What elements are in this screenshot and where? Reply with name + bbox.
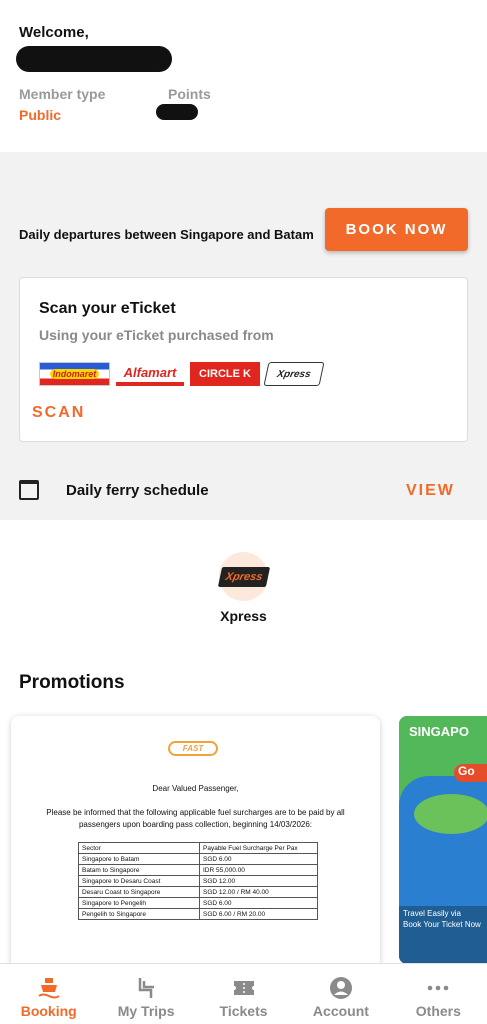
promotions-title: Promotions <box>19 672 125 693</box>
nav-label-account: Account <box>312 1003 369 1019</box>
nav-item-tickets[interactable]: Tickets <box>195 964 292 1024</box>
nav-label-others: Others <box>415 1003 461 1019</box>
nav-label-tickets: Tickets <box>219 1003 268 1019</box>
scan-card-title: Scan your eTicket <box>39 300 176 317</box>
alfamart-logo: Alfamart <box>116 362 184 386</box>
promo-title-singapore: SINGAPO <box>409 724 469 739</box>
scan-card-subtitle: Using your eTicket purchased from <box>39 327 274 343</box>
ferry-icon <box>38 978 60 999</box>
promo-text-line2: Book Your Ticket Now <box>403 920 481 929</box>
operator-name: Xpress <box>220 608 267 624</box>
nav-label-booking: Booking <box>20 1003 77 1019</box>
ticket-icon <box>233 981 254 995</box>
table-row: Singapore to Desaru Coast SGD 12.00 <box>78 875 318 887</box>
nav-item-others[interactable]: Others <box>390 964 487 1024</box>
book-now-button[interactable]: BOOK NOW <box>325 208 468 251</box>
table-row: Singapore to Pengelih SGD 6.00 <box>78 897 318 909</box>
welcome-text: Welcome, <box>19 24 89 41</box>
xpress-logo: Xpress <box>217 566 270 587</box>
xpress-ticket-logo: Xpress <box>263 362 325 386</box>
daily-departures-text: Daily departures between Singapore and B… <box>19 227 314 242</box>
circlek-logo: CIRCLE K <box>190 362 260 386</box>
calendar-icon <box>19 480 39 500</box>
nav-item-account[interactable]: Account <box>292 964 389 1024</box>
table-row: Sector Payable Fuel Surcharge Per Pax <box>78 842 318 854</box>
promo-notice: Please be informed that the following ap… <box>46 808 345 829</box>
redacted-user-name <box>16 46 172 72</box>
promo-go-badge: Go <box>454 764 487 782</box>
promo-map-island <box>414 794 487 834</box>
member-type-label: Member type <box>19 86 106 102</box>
table-row: Pengelih to Singapore SGD 6.00 / RM 20.00 <box>78 908 318 920</box>
seat-icon <box>138 978 155 998</box>
scan-eticket-card: Scan your eTicket Using your eTicket pur… <box>19 277 468 442</box>
promo-greeting: Dear Valued Passenger, <box>152 784 239 793</box>
points-label: Points <box>168 86 211 102</box>
view-schedule-button[interactable]: VIEW <box>406 482 455 500</box>
partner-logos: Indomaret Alfamart CIRCLE K Xpress <box>39 362 325 386</box>
promo-text-line1: Travel Easily via <box>403 909 461 918</box>
table-row: Singapore to Batam SGD 6.00 <box>78 853 318 865</box>
fast-logo: FAST <box>168 741 218 756</box>
member-type-value: Public <box>19 107 62 123</box>
profile-header: Welcome, Member type Points Public <box>0 0 487 152</box>
table-row: Desaru Coast to Singapore SGD 12.00 / RM … <box>78 886 318 898</box>
table-row: Batam to Singapore IDR 55,000.00 <box>78 864 318 876</box>
indomaret-logo: Indomaret <box>39 362 110 386</box>
nav-item-booking[interactable]: Booking <box>0 964 97 1024</box>
nav-label-my-trips: My Trips <box>117 1003 175 1019</box>
operator-logo-button[interactable]: Xpress <box>217 552 270 601</box>
ferry-schedule-row[interactable]: Daily ferry schedule VIEW <box>0 470 487 510</box>
promotion-card-singapore[interactable]: SINGAPO Go Travel Easily via Book Your T… <box>399 716 487 964</box>
fuel-surcharge-table: Sector Payable Fuel Surcharge Per Pax Sin… <box>78 842 318 920</box>
account-icon <box>329 977 352 999</box>
bottom-navigation: Booking My Trips Tickets Account Others <box>0 963 487 1024</box>
nav-item-my-trips[interactable]: My Trips <box>97 964 194 1024</box>
more-icon <box>428 985 449 991</box>
scan-button[interactable]: SCAN <box>32 404 85 422</box>
redacted-points-value <box>156 104 198 120</box>
ferry-schedule-label: Daily ferry schedule <box>66 482 209 499</box>
promotion-card-fuel-surcharge[interactable]: FAST Dear Valued Passenger, Please be in… <box>11 716 380 976</box>
